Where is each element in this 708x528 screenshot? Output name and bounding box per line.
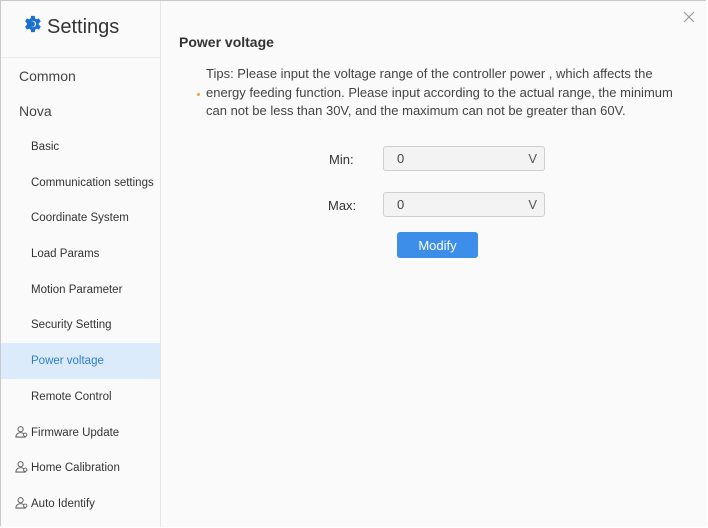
tips-bullet [197,93,200,96]
sidebar-item-power-voltage[interactable]: Power voltage [1,343,160,379]
app-title-text: Settings [47,15,120,38]
max-unit: V [528,197,537,212]
sidebar-item-security-setting[interactable]: Security Setting [1,307,160,343]
sidebar-item-label: Load Params [31,248,100,260]
modify-button[interactable]: Modify [397,232,478,258]
sidebar-item-label: Home Calibration [31,462,120,474]
sidebar-item-label: Auto Identify [31,498,95,510]
sidebar-item-label: Firmware Update [31,427,120,439]
app-title: Settings [21,14,119,40]
user-icon [15,460,28,476]
close-button[interactable] [681,9,697,25]
max-field-wrapper: V [383,192,545,217]
max-input[interactable] [384,196,519,213]
sidebar-item-home-calibration[interactable]: Home Calibration [1,450,160,486]
min-field-wrapper: V [383,146,545,171]
sidebar: Settings Common Nova Basic Communication… [1,1,161,527]
max-label: Max: [328,198,357,213]
sidebar-item-label: Security Setting [31,319,112,331]
main-panel: Power voltage Tips: Please input the vol… [161,1,707,527]
sidebar-item-label: Nova [19,103,52,119]
sidebar-item-communication-settings[interactable]: Communication settings [1,165,160,201]
sidebar-item-label: Communication settings [31,177,154,189]
sidebar-item-nova[interactable]: Nova [1,93,160,129]
sidebar-item-label: Remote Control [31,391,112,403]
page-title: Power voltage [179,34,274,50]
close-icon [681,11,697,29]
min-label: Min: [329,152,354,167]
user-icon [15,496,28,512]
settings-window: Settings Common Nova Basic Communication… [0,0,707,527]
min-unit: V [528,151,537,166]
sidebar-item-label: Basic [31,141,60,153]
user-icon [15,425,28,441]
tips-text: Tips: Please input the voltage range of … [206,66,673,118]
sidebar-item-coordinate-system[interactable]: Coordinate System [1,200,160,236]
sidebar-item-firmware-update[interactable]: Firmware Update [1,415,160,451]
sidebar-item-label: Coordinate System [31,212,129,224]
sidebar-item-load-params[interactable]: Load Params [1,236,160,272]
min-input[interactable] [384,150,519,167]
sidebar-item-label: Common [19,68,76,84]
sidebar-item-auto-identify[interactable]: Auto Identify [1,486,160,522]
sidebar-item-label: Power voltage [31,355,104,367]
gear-icon [21,13,43,41]
sidebar-item-common[interactable]: Common [1,58,160,94]
sidebar-item-label: Motion Parameter [31,284,123,296]
sidebar-item-basic[interactable]: Basic [1,129,160,165]
sidebar-item-remote-control[interactable]: Remote Control [1,379,160,415]
sidebar-item-motion-parameter[interactable]: Motion Parameter [1,272,160,308]
